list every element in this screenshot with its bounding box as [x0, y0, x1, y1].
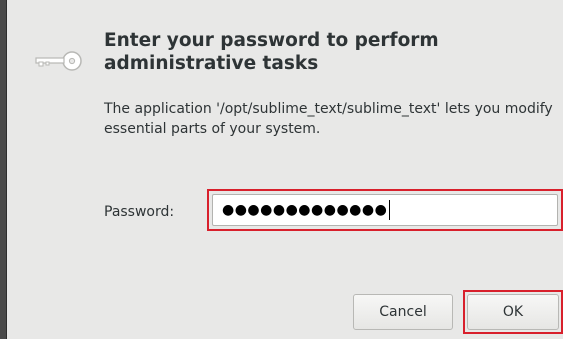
auth-dialog: Enter your password to perform administr… [6, 0, 563, 339]
cancel-button[interactable]: Cancel [353, 294, 453, 330]
password-label: Password: [104, 204, 175, 220]
dialog-title: Enter your password to perform administr… [104, 30, 439, 74]
text-caret [389, 200, 391, 220]
dialog-description: The application '/opt/sublime_text/subli… [104, 101, 553, 137]
password-field[interactable]: ●●●●●●●●●●●●● [212, 194, 558, 226]
password-value: ●●●●●●●●●●●●● [222, 202, 388, 218]
ok-button[interactable]: OK [467, 294, 559, 330]
password-highlight: ●●●●●●●●●●●●● [207, 189, 563, 231]
key-icon [35, 51, 82, 71]
ok-highlight: OK [463, 290, 563, 334]
